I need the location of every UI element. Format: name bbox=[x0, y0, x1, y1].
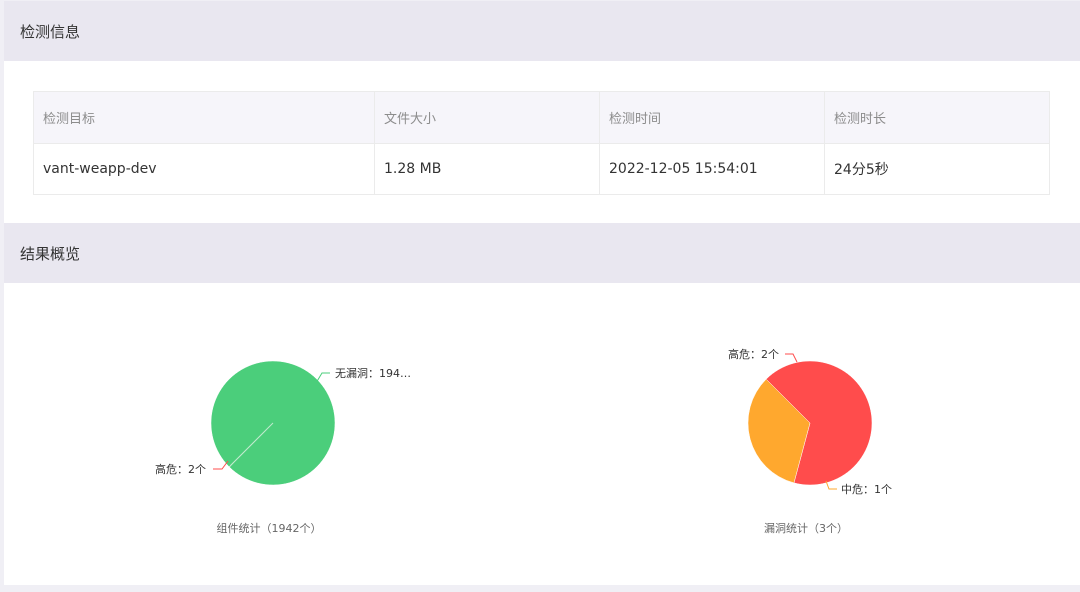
result-overview-title: 结果概览 bbox=[20, 244, 81, 263]
cell-time: 2022-12-05 15:54:01 bbox=[599, 143, 825, 195]
vuln-pie-chart[interactable] bbox=[747, 360, 873, 486]
pie-label-high-risk: 高危：2个 bbox=[728, 347, 779, 361]
pie-label-medium-risk: 中危：1个 bbox=[841, 483, 892, 496]
detect-info-header: 检测信息 bbox=[4, 1, 1080, 61]
component-chart-caption: 组件统计（1942个） bbox=[217, 521, 322, 535]
detect-info-table: 检测目标 文件大小 检测时间 检测时长 vant-weapp-dev 1.28 … bbox=[33, 91, 1050, 195]
detect-info-title: 检测信息 bbox=[20, 22, 81, 41]
result-charts: 无漏洞：194… 高危：2个 组件统计（1942个） 高危：2个 中危：1个 漏… bbox=[155, 347, 892, 535]
result-overview-header: 结果概览 bbox=[4, 223, 1080, 283]
cell-target: vant-weapp-dev bbox=[33, 143, 375, 195]
component-pie-chart[interactable] bbox=[210, 360, 336, 486]
pie-label-high-risk: 高危：2个 bbox=[155, 462, 206, 476]
cell-duration: 24分5秒 bbox=[824, 143, 1050, 195]
pie-label-no-vuln: 无漏洞：194… bbox=[335, 367, 411, 380]
vuln-chart-caption: 漏洞统计（3个） bbox=[764, 522, 848, 535]
table-row: vant-weapp-dev 1.28 MB 2022-12-05 15:54:… bbox=[33, 143, 1050, 195]
col-header-duration: 检测时长 bbox=[824, 91, 1050, 144]
table-header-row: 检测目标 文件大小 检测时间 检测时长 bbox=[33, 91, 1050, 144]
col-header-size: 文件大小 bbox=[374, 91, 600, 144]
label-leader-high-risk bbox=[785, 353, 798, 363]
col-header-time: 检测时间 bbox=[599, 91, 825, 144]
cell-size: 1.28 MB bbox=[374, 143, 600, 195]
col-header-target: 检测目标 bbox=[33, 91, 375, 144]
